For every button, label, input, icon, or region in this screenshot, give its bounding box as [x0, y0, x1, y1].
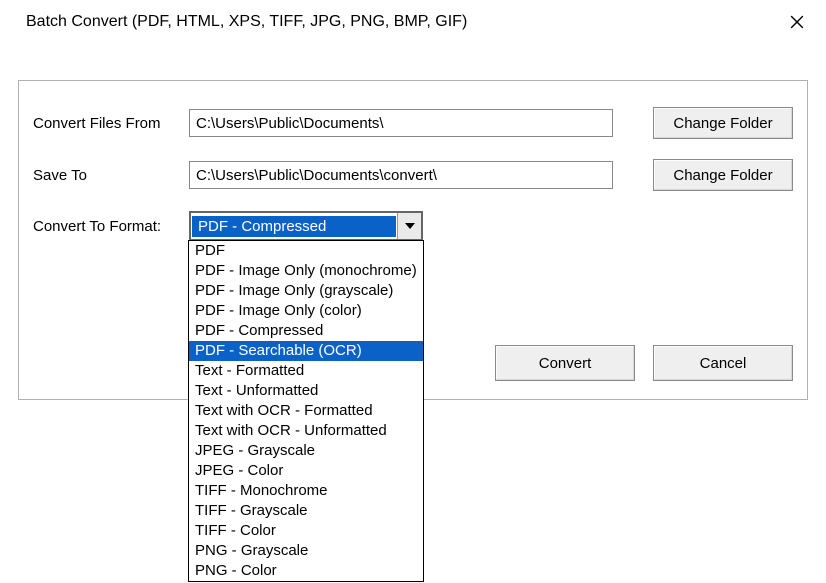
format-option[interactable]: JPEG - Grayscale: [189, 441, 423, 461]
cancel-button[interactable]: Cancel: [653, 345, 793, 381]
titlebar: Batch Convert (PDF, HTML, XPS, TIFF, JPG…: [0, 0, 826, 44]
format-option[interactable]: PNG - Color: [189, 561, 423, 581]
format-option[interactable]: PDF - Searchable (OCR): [189, 341, 423, 361]
format-option[interactable]: TIFF - Grayscale: [189, 501, 423, 521]
format-option[interactable]: PDF - Image Only (monochrome): [189, 261, 423, 281]
change-folder-to-button[interactable]: Change Folder: [653, 159, 793, 191]
format-option[interactable]: PDF: [189, 241, 423, 261]
chevron-down-icon[interactable]: [397, 213, 421, 239]
input-save-to[interactable]: [189, 161, 613, 189]
format-dropdown-list[interactable]: PDFPDF - Image Only (monochrome)PDF - Im…: [188, 240, 424, 582]
format-option[interactable]: PDF - Compressed: [189, 321, 423, 341]
row-format: Convert To Format: PDF - Compressed: [33, 211, 793, 241]
convert-button[interactable]: Convert: [495, 345, 635, 381]
format-option[interactable]: Text - Unformatted: [189, 381, 423, 401]
window-title: Batch Convert (PDF, HTML, XPS, TIFF, JPG…: [26, 13, 467, 31]
format-option[interactable]: TIFF - Monochrome: [189, 481, 423, 501]
label-save-to: Save To: [33, 167, 189, 184]
row-save-to: Save To Change Folder: [33, 159, 793, 191]
format-option[interactable]: JPEG - Color: [189, 461, 423, 481]
row-convert-from: Convert Files From Change Folder: [33, 107, 793, 139]
format-option[interactable]: PDF - Image Only (grayscale): [189, 281, 423, 301]
change-folder-from-button[interactable]: Change Folder: [653, 107, 793, 139]
format-option[interactable]: Text with OCR - Formatted: [189, 401, 423, 421]
format-option[interactable]: TIFF - Color: [189, 521, 423, 541]
format-select[interactable]: PDF - Compressed: [189, 211, 423, 241]
format-option[interactable]: PNG - Grayscale: [189, 541, 423, 561]
format-option[interactable]: PDF - Image Only (color): [189, 301, 423, 321]
label-convert-from: Convert Files From: [33, 115, 189, 132]
batch-convert-dialog: Batch Convert (PDF, HTML, XPS, TIFF, JPG…: [0, 0, 826, 583]
input-convert-from[interactable]: [189, 109, 613, 137]
format-option[interactable]: Text - Formatted: [189, 361, 423, 381]
close-icon[interactable]: [788, 13, 806, 31]
label-convert-format: Convert To Format:: [33, 218, 189, 235]
format-selected-value: PDF - Compressed: [192, 216, 396, 237]
action-buttons: Convert Cancel: [495, 345, 793, 381]
format-option[interactable]: Text with OCR - Unformatted: [189, 421, 423, 441]
